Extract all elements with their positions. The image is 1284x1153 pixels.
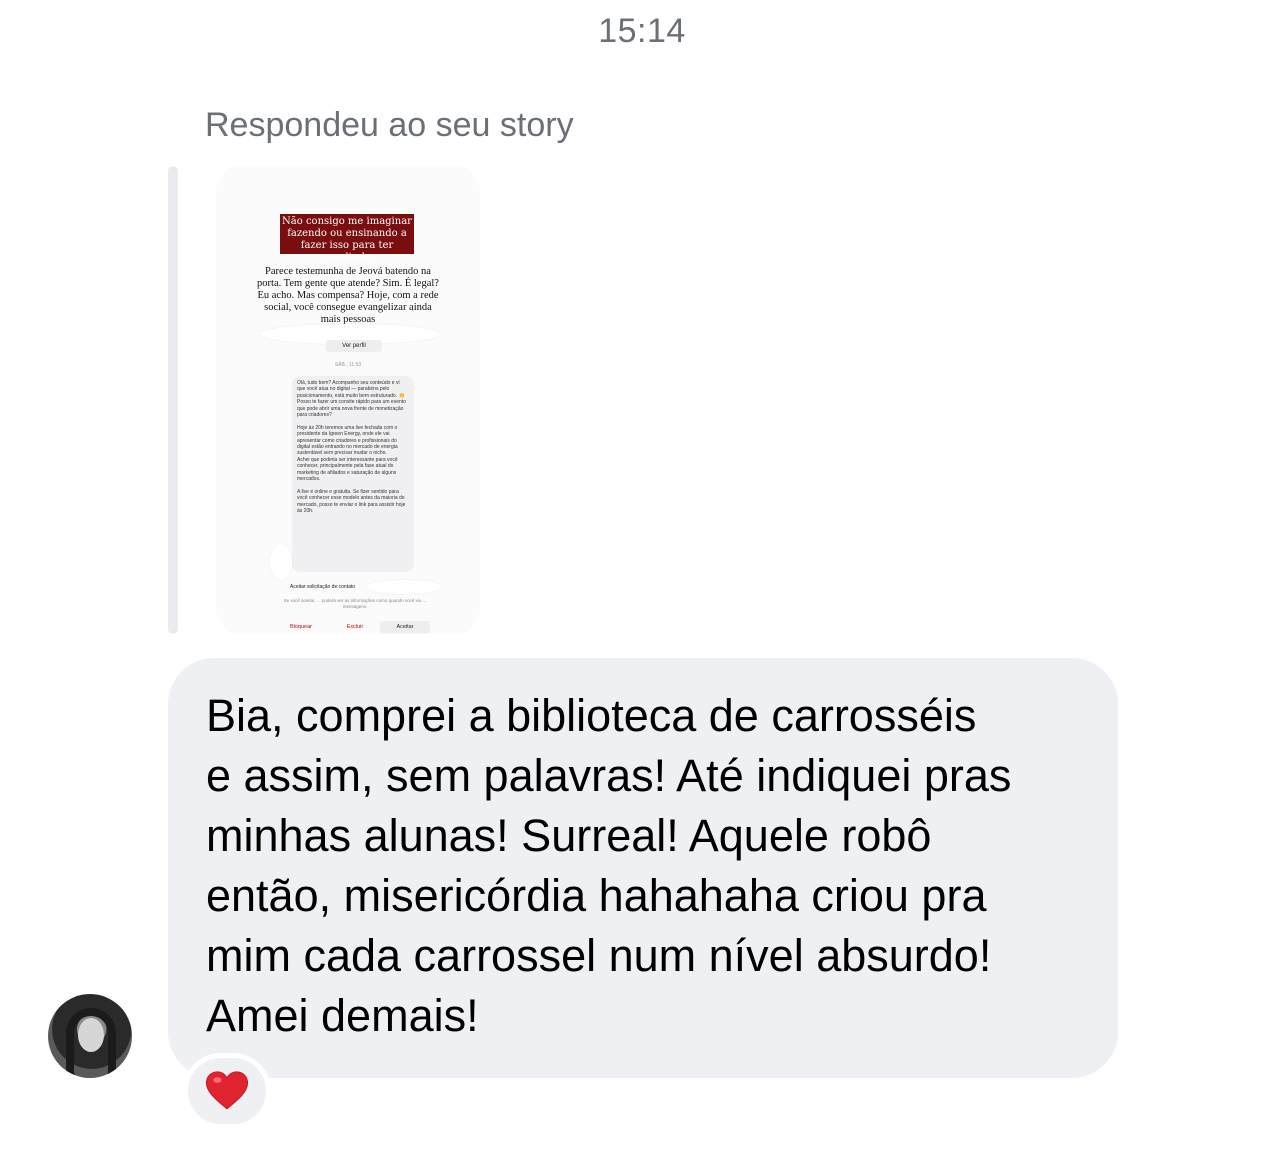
avatar-face <box>78 1018 104 1052</box>
story-dm-time: SÁB., 11:53 <box>334 362 362 368</box>
story-dm-message: Olá, tudo bem? Acompanho seu conteúdo e … <box>292 376 414 572</box>
story-accept-button: Aceitar <box>380 621 430 633</box>
redaction-scribble <box>270 544 292 580</box>
story-title: Não consigo me imaginar fazendo ou ensin… <box>280 214 414 263</box>
story-info-text: Se você aceitar, ... poderá ver as infor… <box>283 598 427 609</box>
story-reply-label: Respondeu ao seu story <box>205 106 574 144</box>
message-bubble[interactable]: Bia, comprei a biblioteca de carrosséis … <box>168 658 1118 1078</box>
reaction-badge[interactable] <box>183 1053 271 1129</box>
heart-icon <box>205 1071 249 1110</box>
message-timestamp: 15:14 <box>598 12 686 50</box>
story-action-buttons: Bloquear Excluir Aceitar <box>276 621 436 633</box>
story-preview[interactable]: Não consigo me imaginar fazendo ou ensin… <box>216 166 480 634</box>
story-view-profile-button: Ver perfil <box>326 340 382 352</box>
reply-indicator-bar <box>168 166 178 634</box>
story-delete-button: Excluir <box>346 624 364 630</box>
story-body-text: Parece testemunha de Jeová batendo na po… <box>257 266 439 325</box>
story-accept-request-label: Aceitar solicitação de contato <box>290 584 356 590</box>
message-text: Bia, comprei a biblioteca de carrosséis … <box>206 690 1012 1041</box>
redaction-scribble <box>366 580 442 594</box>
avatar[interactable] <box>48 994 132 1078</box>
story-block-button: Bloquear <box>289 624 313 630</box>
